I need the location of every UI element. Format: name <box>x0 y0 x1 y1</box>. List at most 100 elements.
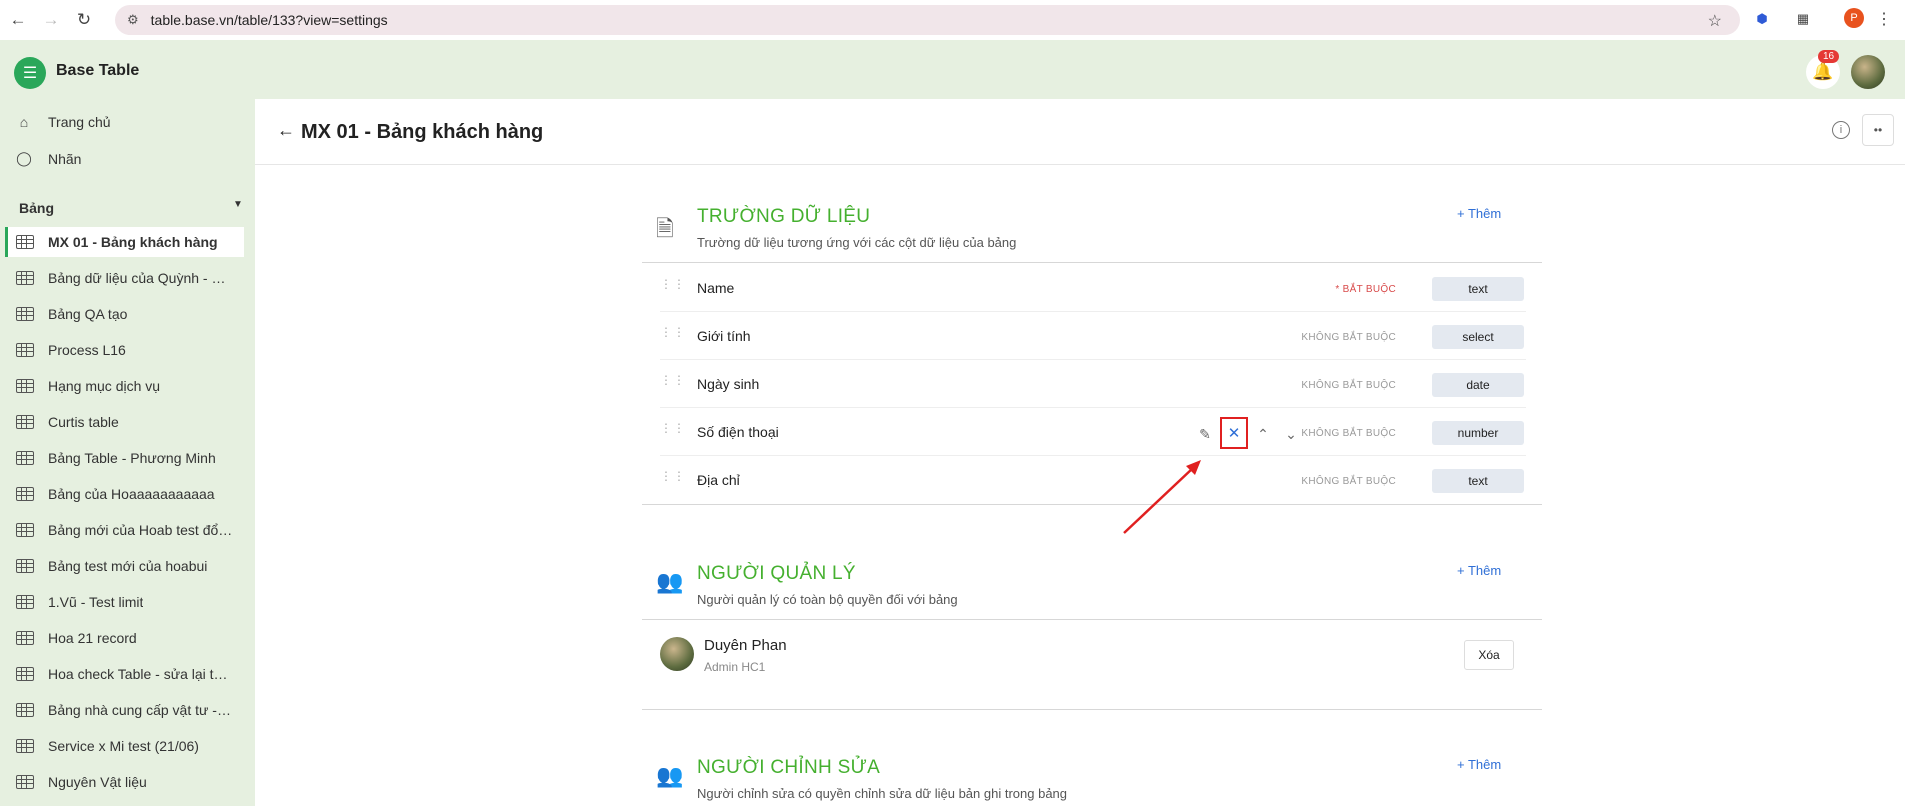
field-name: Giới tính <box>697 328 751 344</box>
field-row[interactable]: ⋮⋮ Số điện thoại ✎ ✕ ⌃ ⌄ KHÔNG BẮT BUỘC … <box>660 408 1526 456</box>
table-icon <box>16 631 34 645</box>
table-icon <box>16 667 34 681</box>
table-icon <box>16 343 34 357</box>
field-type-badge: date <box>1432 373 1524 397</box>
drag-handle-icon[interactable]: ⋮⋮ <box>660 374 685 391</box>
section-subtitle: Người chỉnh sửa có quyền chỉnh sửa dữ li… <box>697 786 1068 801</box>
sidebar-table-item[interactable]: Nguyên Vật liệu <box>5 767 244 797</box>
drag-handle-icon[interactable]: ⋮⋮ <box>660 422 685 439</box>
section-subtitle: Trường dữ liệu tương ứng với các cột dữ … <box>697 235 1017 250</box>
app-logo-icon[interactable]: ☰ <box>14 57 46 89</box>
sidebar-table-item[interactable]: Bảng Table - Phương Minh <box>5 443 244 473</box>
table-icon <box>16 775 34 789</box>
field-row[interactable]: ⋮⋮ Ngày sinh KHÔNG BẮT BUỘC date <box>660 360 1526 408</box>
section-title: NGƯỜI CHỈNH SỬA <box>697 757 881 778</box>
extension-icon[interactable]: ⬢ <box>1751 8 1773 30</box>
sidebar-table-item[interactable]: Service x Mi test (21/06) <box>5 731 244 761</box>
reload-icon[interactable]: ↻ <box>69 5 99 35</box>
remove-manager-button[interactable]: Xóa <box>1464 640 1514 670</box>
sidebar-table-item[interactable]: Hạng mục dịch vụ <box>5 371 244 401</box>
drag-handle-icon[interactable]: ⋮⋮ <box>660 278 685 295</box>
add-field-button[interactable]: + Thêm <box>1457 206 1501 221</box>
sidebar-section-tables[interactable]: Bảng <box>19 200 54 216</box>
notification-badge: 16 <box>1818 50 1840 63</box>
sidebar-table-item[interactable]: Process L16 <box>5 335 244 365</box>
app-title: Base Table <box>56 62 140 79</box>
info-icon[interactable]: i <box>1832 121 1850 139</box>
app-header: ☰ Base Table 🔔 16 <box>0 40 1905 99</box>
table-icon <box>16 235 34 249</box>
avatar <box>660 637 694 671</box>
sidebar-table-item[interactable]: Bảng mới của Hoab test đổi tên <box>5 515 244 545</box>
field-name: Địa chỉ <box>697 472 740 488</box>
bookmark-star-icon[interactable]: ☆ <box>1708 11 1722 31</box>
drag-handle-icon[interactable]: ⋮⋮ <box>660 470 685 487</box>
chevron-down-icon[interactable]: ⌄ <box>1278 422 1304 448</box>
sidebar-table-item[interactable]: Bảng test mới của hoabui <box>5 551 244 581</box>
url-text: table.base.vn/table/133?view=settings <box>150 12 388 28</box>
profile-avatar[interactable]: P <box>1844 8 1864 28</box>
browser-menu-icon[interactable]: ⋮ <box>1873 8 1895 30</box>
field-type-badge: select <box>1432 325 1524 349</box>
page-title: MX 01 - Bảng khách hàng <box>301 121 544 143</box>
chevron-up-icon[interactable]: ⌃ <box>1250 422 1276 448</box>
field-type-badge: number <box>1432 421 1524 445</box>
sidebar-table-item[interactable]: Bảng của Hoaaaaaaaaaaa <box>5 479 244 509</box>
puzzle-extensions-icon[interactable]: ▦ <box>1792 8 1814 30</box>
field-required-label: KHÔNG BẮT BUỘC <box>1301 428 1396 439</box>
main-content: ← MX 01 - Bảng khách hàng i •• 🗎 TRƯỜNG … <box>255 99 1905 806</box>
field-required-label: * BẮT BUỘC <box>1335 284 1396 295</box>
caret-down-icon[interactable]: ▼ <box>233 199 243 210</box>
field-required-label: KHÔNG BẮT BUỘC <box>1301 332 1396 343</box>
manager-name: Duyên Phan <box>704 637 787 654</box>
user-avatar[interactable] <box>1851 55 1885 89</box>
table-icon <box>16 271 34 285</box>
table-icon <box>16 559 34 573</box>
drag-handle-icon[interactable]: ⋮⋮ <box>660 326 685 343</box>
table-icon <box>16 451 34 465</box>
users-icon: 👥 <box>656 763 684 788</box>
back-icon[interactable]: ← <box>3 5 33 35</box>
field-row[interactable]: ⋮⋮ Địa chỉ KHÔNG BẮT BUỘC text <box>660 456 1526 504</box>
table-icon <box>16 379 34 393</box>
tag-icon: ◯ <box>16 150 32 166</box>
forward-icon[interactable]: → <box>36 5 66 35</box>
users-icon: 👥 <box>656 569 684 594</box>
field-name: Số điện thoại <box>697 424 779 440</box>
edit-pencil-icon[interactable]: ✎ <box>1192 422 1218 448</box>
field-name: Name <box>697 280 735 296</box>
fields-section: 🗎 TRƯỜNG DỮ LIỆU Trường dữ liệu tương ứn… <box>642 194 1542 534</box>
sidebar-table-item[interactable]: 1.Vũ - Test limit <box>5 587 244 617</box>
sidebar-item-labels[interactable]: ◯ Nhãn <box>14 150 81 167</box>
sidebar-table-item[interactable]: Bảng dữ liệu của Quỳnh - KHÁCH HÀNG <box>5 263 244 293</box>
field-row[interactable]: ⋮⋮ Name * BẮT BUỘC text <box>660 264 1526 312</box>
sidebar-table-item[interactable]: MX 01 - Bảng khách hàng <box>5 227 244 257</box>
delete-field-close-icon[interactable]: ✕ <box>1220 417 1248 449</box>
sidebar-item-home[interactable]: ⌂ Trang chủ <box>14 114 111 130</box>
sidebar-table-item[interactable]: Bảng QA tạo <box>5 299 244 329</box>
field-type-badge: text <box>1432 469 1524 493</box>
sidebar-table-item[interactable]: Hoa 21 record <box>5 623 244 653</box>
table-icon <box>16 523 34 537</box>
table-icon <box>16 307 34 321</box>
table-icon <box>16 703 34 717</box>
field-row[interactable]: ⋮⋮ Giới tính KHÔNG BẮT BUỘC select <box>660 312 1526 360</box>
field-required-label: KHÔNG BẮT BUỘC <box>1301 380 1396 391</box>
divider <box>642 262 1542 263</box>
add-editor-button[interactable]: + Thêm <box>1457 757 1501 772</box>
back-arrow-icon[interactable]: ← <box>277 120 295 141</box>
sidebar-table-item[interactable]: Curtis table <box>5 407 244 437</box>
address-bar[interactable]: ⚙ table.base.vn/table/133?view=settings … <box>115 5 1740 35</box>
table-icon <box>16 487 34 501</box>
section-title: TRƯỜNG DỮ LIỆU <box>697 206 871 227</box>
add-manager-button[interactable]: + Thêm <box>1457 563 1501 578</box>
site-settings-icon[interactable]: ⚙ <box>127 12 139 28</box>
field-required-label: KHÔNG BẮT BUỘC <box>1301 476 1396 487</box>
more-options-button[interactable]: •• <box>1862 114 1894 146</box>
sidebar-table-item[interactable]: Bảng nhà cung cấp vật tư - CE <box>5 695 244 725</box>
sidebar-table-item[interactable]: Hoa check Table - sửa lại tên bảng <box>5 659 244 689</box>
divider <box>642 504 1542 505</box>
browser-toolbar: ← → ↻ ⚙ table.base.vn/table/133?view=set… <box>0 0 1905 40</box>
home-icon: ⌂ <box>19 114 29 130</box>
manager-row: Duyên Phan Admin HC1 Xóa <box>642 620 1542 710</box>
